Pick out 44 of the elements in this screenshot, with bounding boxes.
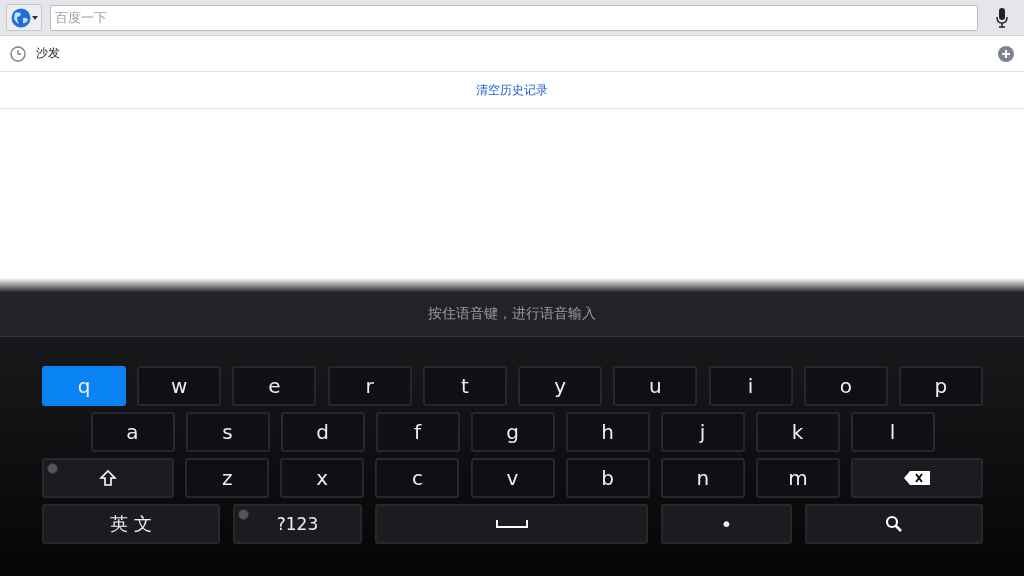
history-item[interactable]: 沙发 <box>0 36 1024 72</box>
letter-key[interactable]: k <box>755 412 840 452</box>
caret-icon <box>31 15 38 20</box>
letter-key[interactable]: w <box>137 366 222 406</box>
letter-key[interactable]: j <box>660 412 745 452</box>
letter-key[interactable]: r <box>327 366 412 406</box>
letter-key[interactable]: n <box>660 458 745 498</box>
symbols-key[interactable]: ?123 <box>233 504 362 544</box>
backspace-key[interactable] <box>851 458 983 498</box>
letter-key[interactable]: a <box>90 412 175 452</box>
letter-key[interactable]: o <box>803 366 888 406</box>
letter-key[interactable]: x <box>280 458 365 498</box>
globe-icon <box>10 7 31 28</box>
letter-key[interactable]: h <box>565 412 650 452</box>
backspace-icon <box>904 471 930 485</box>
letter-key[interactable]: c <box>375 458 460 498</box>
history-text: 沙发 <box>36 45 61 62</box>
letter-key[interactable]: f <box>375 412 460 452</box>
search-engine-button[interactable] <box>6 4 42 31</box>
letter-key[interactable]: z <box>185 458 270 498</box>
period-key[interactable]: • <box>661 504 792 544</box>
letter-key[interactable]: t <box>422 366 507 406</box>
shift-key[interactable] <box>42 458 174 498</box>
letter-key[interactable]: b <box>565 458 650 498</box>
letter-key[interactable]: d <box>280 412 365 452</box>
letter-key[interactable]: y <box>518 366 603 406</box>
letter-key[interactable]: u <box>613 366 698 406</box>
letter-key[interactable]: e <box>232 366 317 406</box>
letter-key[interactable]: s <box>185 412 270 452</box>
letter-key[interactable]: l <box>850 412 935 452</box>
letter-key[interactable]: g <box>470 412 555 452</box>
letter-key[interactable]: i <box>708 366 793 406</box>
space-icon <box>495 520 528 528</box>
letter-key[interactable]: v <box>470 458 555 498</box>
shift-icon <box>99 469 117 487</box>
voice-input-hint: 按住语音键，进行语音输入 <box>428 305 596 323</box>
add-icon[interactable] <box>998 45 1014 62</box>
microphone-icon[interactable] <box>996 7 1008 28</box>
clock-icon <box>10 45 26 62</box>
search-icon <box>885 515 903 533</box>
letter-key[interactable]: p <box>898 366 983 406</box>
clear-history-link[interactable]: 清空历史记录 <box>476 81 548 99</box>
lang-key[interactable]: 英 文 <box>42 504 220 544</box>
letter-key[interactable]: m <box>755 458 840 498</box>
